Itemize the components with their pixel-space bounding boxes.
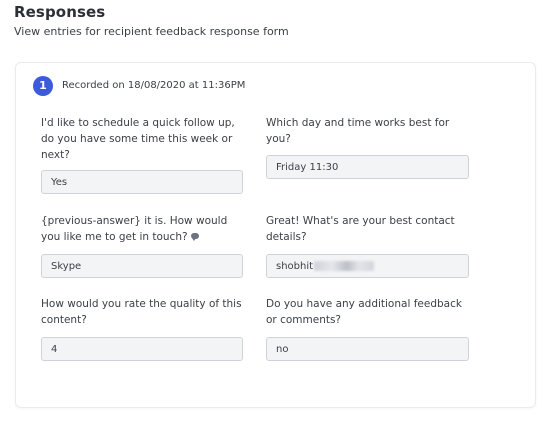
answer-text: shobhit [276, 261, 314, 272]
question-label: Great! What's are your best contact deta… [266, 213, 471, 245]
entry-number-badge: 1 [33, 76, 53, 96]
page-title: Responses [14, 3, 106, 21]
question-label: {previous-answer} it is. How would you l… [41, 213, 246, 245]
response-entry-card: 1 Recorded on 18/08/2020 at 11:36PM I'd … [15, 62, 536, 408]
answer-field: shobhit [266, 254, 469, 278]
blurred-contact-detail [314, 261, 375, 271]
answer-field: no [266, 337, 469, 361]
page-subtitle: View entries for recipient feedback resp… [14, 25, 289, 38]
speech-bubble-icon [190, 233, 199, 241]
question-text: How would you rate the quality of this c… [41, 298, 242, 326]
question-text: I'd like to schedule a quick follow up, … [41, 117, 235, 161]
answer-field: Skype [41, 254, 243, 278]
answer-field: Friday 11:30 [266, 155, 469, 179]
question-text: Great! What's are your best contact deta… [266, 215, 455, 243]
question-label: Which day and time works best for you? [266, 115, 471, 147]
question-label: How would you rate the quality of this c… [41, 296, 246, 328]
answer-field: 4 [41, 337, 243, 361]
question-text: Which day and time works best for you? [266, 117, 450, 145]
question-label: Do you have any additional feedback or c… [266, 296, 471, 328]
question-label: I'd like to schedule a quick follow up, … [41, 115, 246, 163]
question-text: Do you have any additional feedback or c… [266, 298, 462, 326]
answer-field: Yes [41, 170, 243, 194]
recorded-timestamp: Recorded on 18/08/2020 at 11:36PM [62, 80, 246, 91]
question-text: {previous-answer} it is. How would you l… [41, 215, 228, 243]
